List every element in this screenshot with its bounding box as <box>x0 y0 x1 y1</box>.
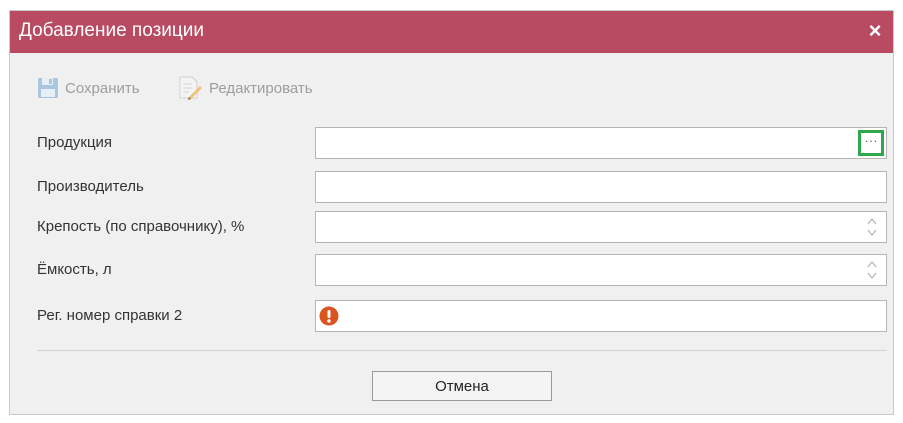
add-position-dialog: Добавление позиции × Сохранить Редактиро… <box>9 10 894 415</box>
volume-field[interactable] <box>315 254 887 286</box>
close-icon[interactable]: × <box>863 19 887 43</box>
strength-label: Крепость (по справочнику), % <box>37 218 245 235</box>
volume-label: Ёмкость, л <box>37 261 112 278</box>
dialog-title: Добавление позиции <box>19 20 204 41</box>
manufacturer-field[interactable] <box>315 171 887 203</box>
footer-divider <box>37 350 887 351</box>
product-label: Продукция <box>37 134 113 151</box>
manufacturer-label: Производитель <box>37 178 144 195</box>
edit-button[interactable]: Редактировать <box>177 75 313 101</box>
up-down-spinner-icon[interactable] <box>866 259 878 281</box>
dialog-titlebar: Добавление позиции × <box>10 11 893 53</box>
reg-number-row: Рег. номер справки 2 <box>10 300 893 332</box>
manufacturer-row: Производитель <box>10 171 893 203</box>
product-field[interactable]: ··· <box>315 127 887 159</box>
browse-product-button[interactable]: ··· <box>858 130 884 156</box>
up-down-spinner-icon[interactable] <box>866 216 878 238</box>
reg-number-label: Рег. номер справки 2 <box>37 307 183 324</box>
volume-row: Ёмкость, л <box>10 254 893 286</box>
cancel-button[interactable]: Отмена <box>372 371 552 401</box>
save-button-label: Сохранить <box>65 79 140 97</box>
edit-button-label: Редактировать <box>209 79 313 97</box>
product-row: Продукция ··· <box>10 127 893 159</box>
strength-row: Крепость (по справочнику), % <box>10 211 893 243</box>
document-pencil-icon <box>179 76 202 100</box>
warning-icon <box>319 306 339 326</box>
floppy-disk-icon <box>38 78 58 98</box>
strength-field[interactable] <box>315 211 887 243</box>
reg-number-field[interactable] <box>315 300 887 332</box>
save-button[interactable]: Сохранить <box>37 75 140 101</box>
